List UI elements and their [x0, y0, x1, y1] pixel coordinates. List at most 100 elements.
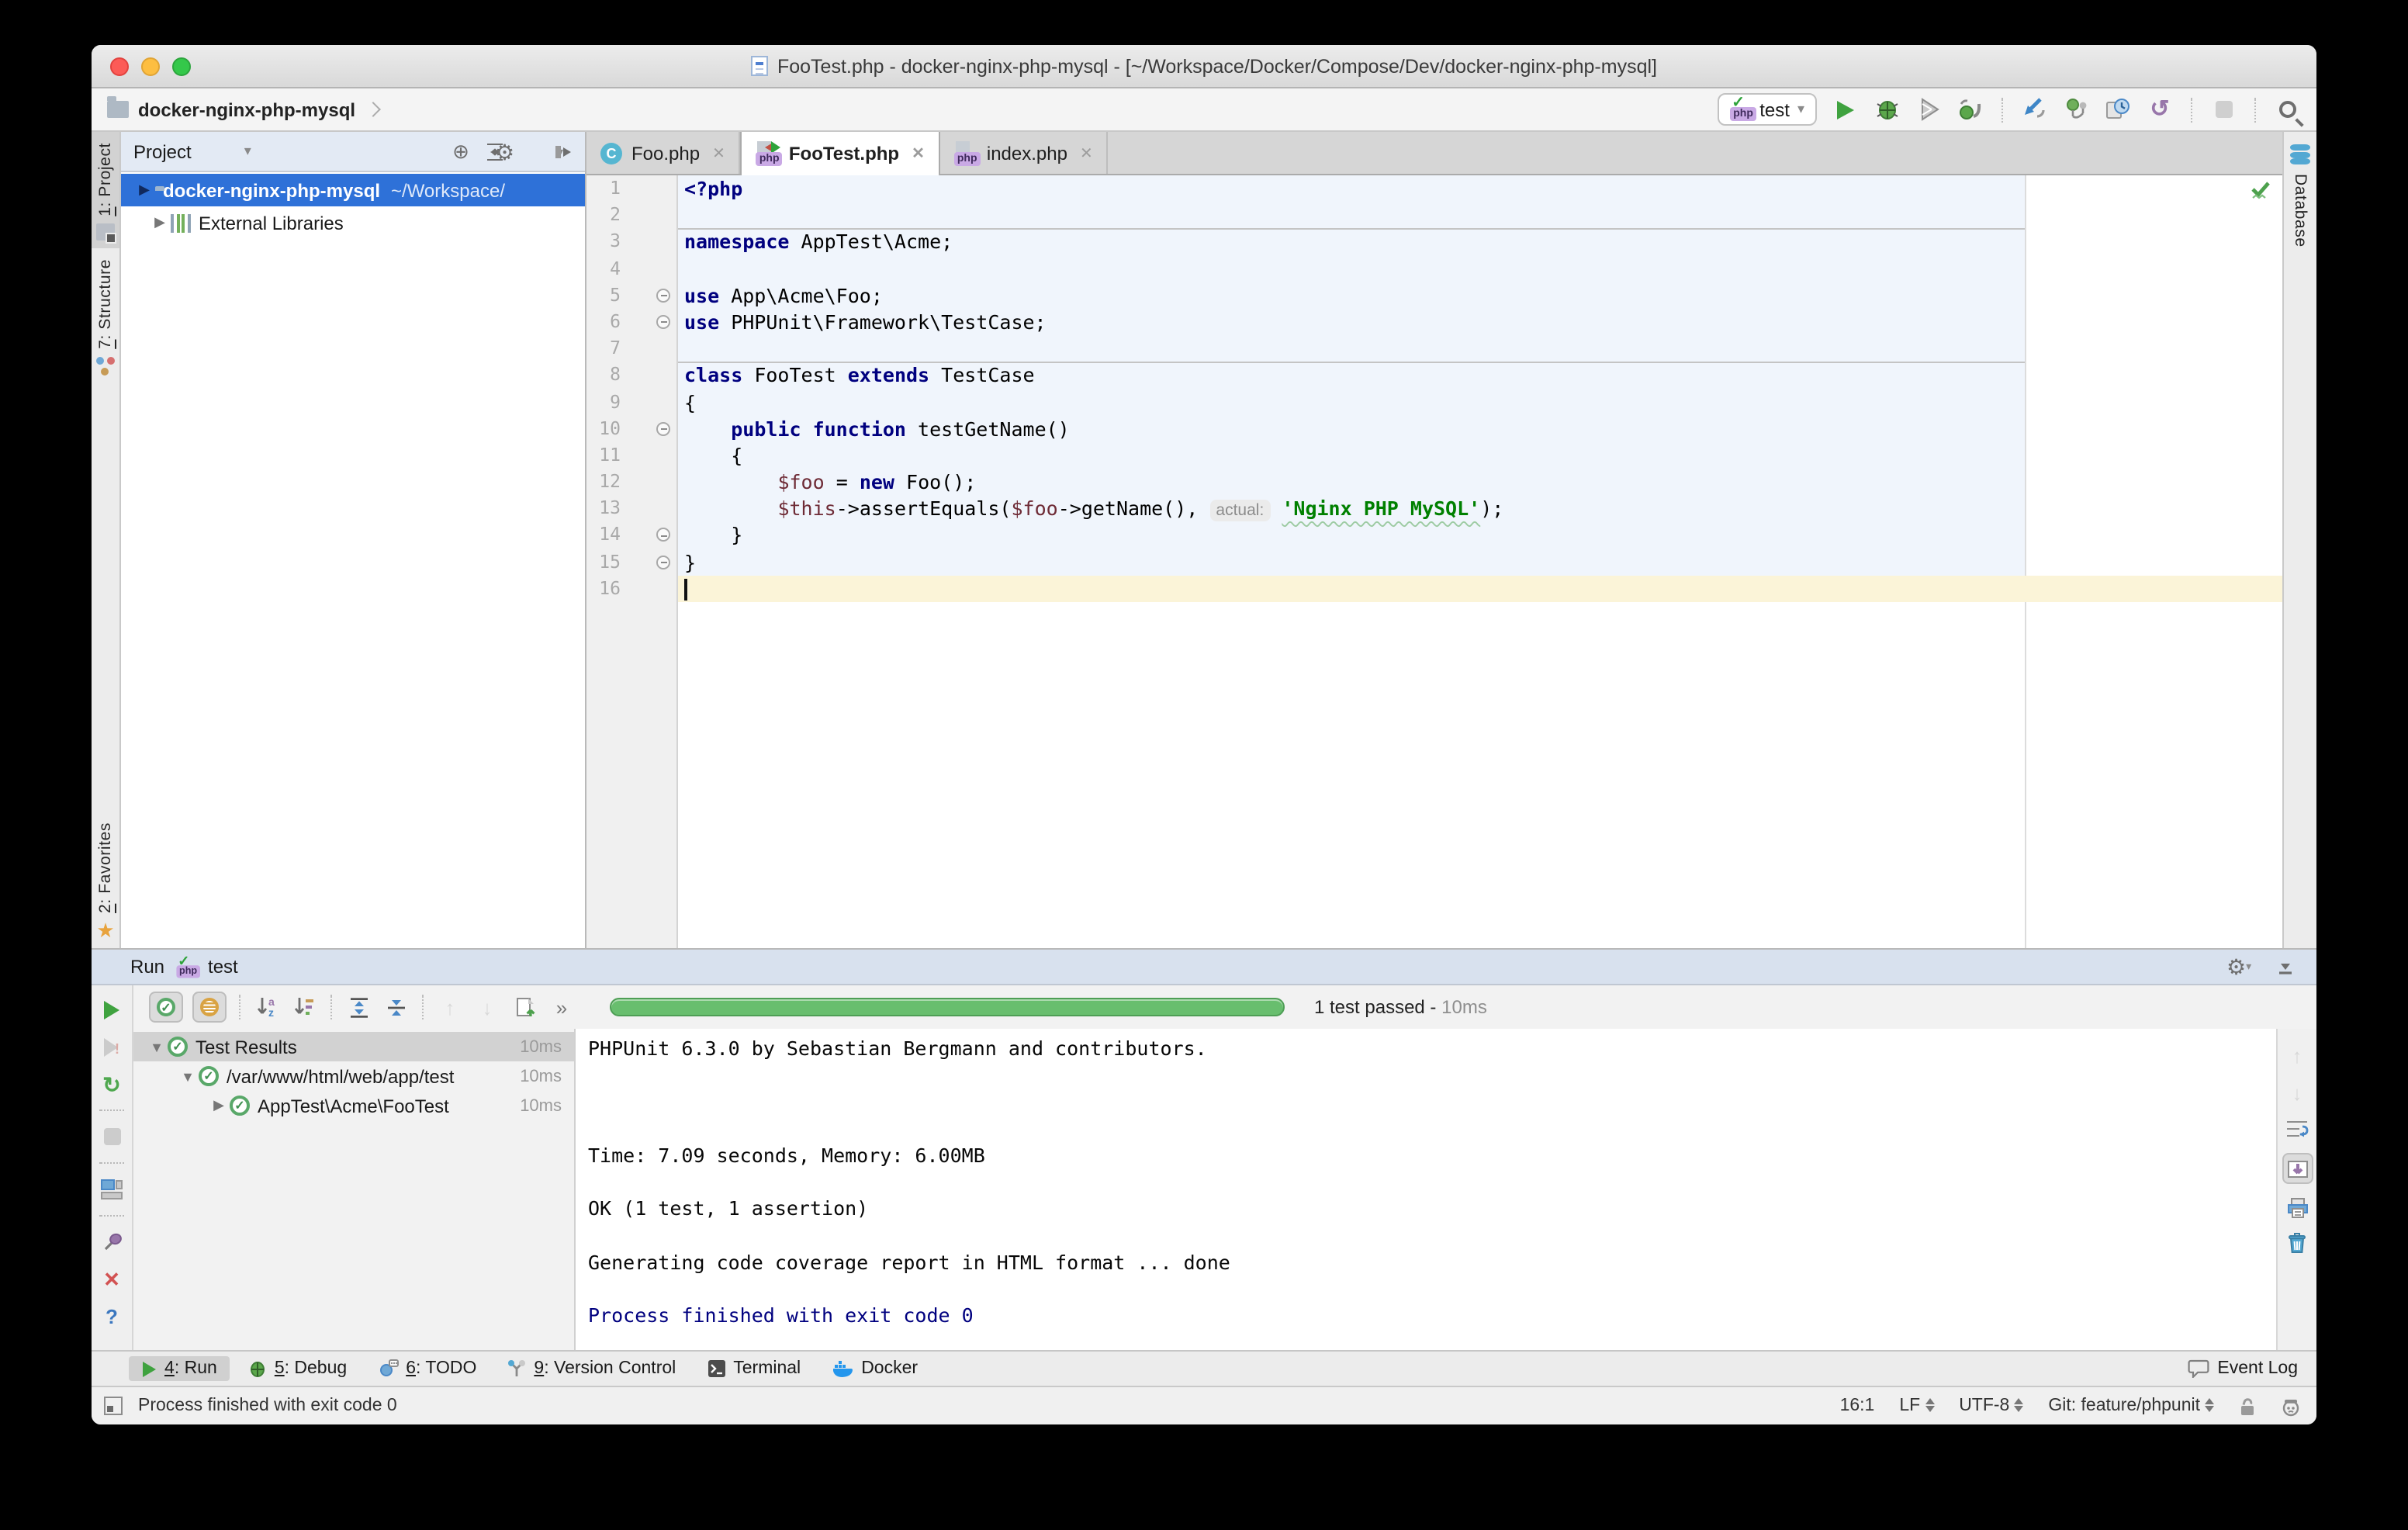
trash-icon	[2287, 1232, 2307, 1254]
zoom-window-button[interactable]	[172, 57, 191, 75]
inspection-profile-icon[interactable]	[2281, 1396, 2301, 1416]
local-history-button[interactable]	[2104, 95, 2132, 123]
more-actions-button[interactable]: »	[548, 993, 576, 1021]
tool-window-switcher-icon[interactable]	[104, 1397, 123, 1415]
code-line	[678, 576, 2282, 602]
print-button[interactable]	[2286, 1198, 2308, 1218]
toolwindow-button-docker[interactable]: Docker	[819, 1356, 930, 1381]
clear-console-button[interactable]	[2287, 1232, 2307, 1254]
rollback-button[interactable]: ↺	[2146, 95, 2174, 123]
console-line	[588, 1222, 2276, 1248]
event-log-button[interactable]: Event Log	[2188, 1359, 2298, 1378]
sort-alphabetically-button[interactable]: az	[253, 993, 281, 1021]
toolwindow-button-run[interactable]: 4: Run	[129, 1356, 230, 1381]
encoding-selector[interactable]: UTF-8	[1959, 1397, 2023, 1415]
project-tree: ▶docker-nginx-php-mysql~/Workspace/▶Exte…	[121, 172, 585, 948]
run-button[interactable]	[1831, 95, 1859, 123]
hide-panel-icon	[554, 142, 573, 161]
toolwindow-button-todo[interactable]: 6: TODO	[365, 1356, 489, 1381]
inspection-status-icon[interactable]	[2250, 180, 2271, 200]
help-button[interactable]: ?	[99, 1303, 125, 1330]
scroll-down-button: ↓	[2292, 1082, 2302, 1105]
commit-changes-button[interactable]	[2062, 95, 2090, 123]
line-number: 6	[586, 309, 676, 335]
fold-marker-icon[interactable]	[656, 315, 670, 329]
pin-icon	[102, 1232, 122, 1252]
close-window-button[interactable]	[110, 57, 129, 75]
rerun-button[interactable]	[99, 996, 125, 1023]
collapse-all-button[interactable]	[382, 993, 410, 1021]
expand-arrow-icon[interactable]: ▶	[149, 214, 171, 231]
hide-run-panel-button[interactable]	[2273, 954, 2298, 979]
hide-panel-button[interactable]	[551, 139, 576, 164]
docker-icon	[832, 1359, 853, 1378]
breadcrumb[interactable]: docker-nginx-php-mysql	[107, 99, 379, 120]
test-tree-row[interactable]: ▼✓Test Results10ms	[133, 1032, 574, 1061]
tab-footest-php[interactable]: phpFooTest.php✕	[741, 132, 940, 175]
expand-arrow-icon[interactable]: ▼	[146, 1039, 168, 1054]
run-config-name: test	[208, 956, 238, 978]
toolwindow-button-version-control[interactable]: 9: Version Control	[495, 1356, 688, 1381]
run-settings-button[interactable]: ⚙▾	[2226, 954, 2251, 979]
toolwindow-button-label: 9: Version Control	[534, 1359, 676, 1378]
line-number: 9	[586, 389, 676, 415]
select-opened-file-button[interactable]: ⊕	[448, 139, 473, 164]
close-tab-icon[interactable]: ✕	[912, 145, 925, 162]
test-item-label: Test Results	[195, 1036, 506, 1058]
sort-by-duration-button[interactable]	[290, 993, 318, 1021]
stop-button	[2209, 95, 2237, 123]
fold-marker-icon[interactable]	[656, 528, 670, 542]
read-only-lock-icon[interactable]	[2239, 1396, 2256, 1416]
sidebar-item-favorites[interactable]: 2: Favorites ★	[92, 811, 119, 948]
fold-marker-icon[interactable]	[656, 289, 670, 303]
test-tree-row[interactable]: ▶✓AppTest\Acme\FooTest10ms	[133, 1091, 574, 1120]
show-ignored-toggle[interactable]	[192, 992, 227, 1023]
soft-wrap-button[interactable]	[2285, 1119, 2309, 1139]
import-test-results-button[interactable]	[510, 993, 538, 1021]
collapse-all-icon	[386, 997, 406, 1017]
caret-position[interactable]: 16:1	[1840, 1397, 1875, 1415]
chevron-down-icon[interactable]: ▾	[244, 143, 251, 160]
fold-marker-icon[interactable]	[656, 421, 670, 435]
expand-arrow-icon[interactable]: ▶	[208, 1097, 230, 1114]
test-tree-row[interactable]: ▼✓/var/www/html/web/app/test10ms	[133, 1061, 574, 1091]
code-line	[678, 335, 2282, 362]
expand-arrow-icon[interactable]: ▶	[133, 182, 155, 199]
sidebar-item-database[interactable]: Database	[2290, 144, 2310, 248]
expand-all-icon	[348, 997, 368, 1017]
editor-gutter[interactable]: 12345678910111213141516	[586, 175, 678, 948]
toolwindow-button-terminal[interactable]: Terminal	[694, 1356, 813, 1381]
tab-index-php[interactable]: phpindex.php✕	[940, 132, 1109, 175]
debug-button[interactable]	[1873, 95, 1901, 123]
project-tree-row[interactable]: ▶External Libraries	[121, 206, 585, 239]
expand-all-button[interactable]	[344, 993, 372, 1021]
settings-button[interactable]: ⚙▾	[517, 139, 541, 164]
restore-layout-button[interactable]	[99, 1176, 125, 1203]
run-configuration-select[interactable]: ✓php test ▾	[1718, 93, 1817, 126]
tree-item-path: ~/Workspace/	[391, 179, 505, 201]
close-tab-icon[interactable]: ✕	[1080, 145, 1093, 162]
search-everywhere-button[interactable]	[2273, 95, 2301, 123]
run-with-coverage-button[interactable]	[1915, 95, 1943, 123]
expand-arrow-icon[interactable]: ▼	[177, 1068, 199, 1084]
console-output[interactable]: PHPUnit 6.3.0 by Sebastian Bergmann and …	[574, 1029, 2276, 1350]
code-line: {	[678, 389, 2282, 415]
sidebar-item-project[interactable]: 1: Project	[92, 132, 119, 249]
git-branch-selector[interactable]: Git: feature/phpunit	[2048, 1397, 2214, 1415]
toolwindow-button-debug[interactable]: 5: Debug	[236, 1356, 359, 1381]
scroll-to-end-button[interactable]	[2282, 1153, 2313, 1184]
code-area[interactable]: <?phpnamespace AppTest\Acme;use App\Acme…	[678, 175, 2282, 948]
sidebar-item-structure[interactable]: 7: Structure	[92, 249, 119, 384]
line-separator-selector[interactable]: LF	[1899, 1397, 1934, 1415]
pin-tab-button[interactable]	[99, 1229, 125, 1255]
toggle-auto-test-button[interactable]: ↻	[99, 1071, 125, 1097]
minimize-window-button[interactable]	[141, 57, 160, 75]
update-project-button[interactable]	[2020, 95, 2048, 123]
tab-foo-php[interactable]: CFoo.php✕	[586, 132, 741, 175]
show-passed-toggle[interactable]: ✓	[149, 992, 183, 1023]
attach-debugger-button[interactable]	[1956, 95, 1984, 123]
project-tree-row[interactable]: ▶docker-nginx-php-mysql~/Workspace/	[121, 174, 585, 206]
close-tab-icon[interactable]: ✕	[712, 145, 725, 162]
close-panel-button[interactable]: ✕	[99, 1266, 125, 1293]
fold-marker-icon[interactable]	[656, 555, 670, 569]
